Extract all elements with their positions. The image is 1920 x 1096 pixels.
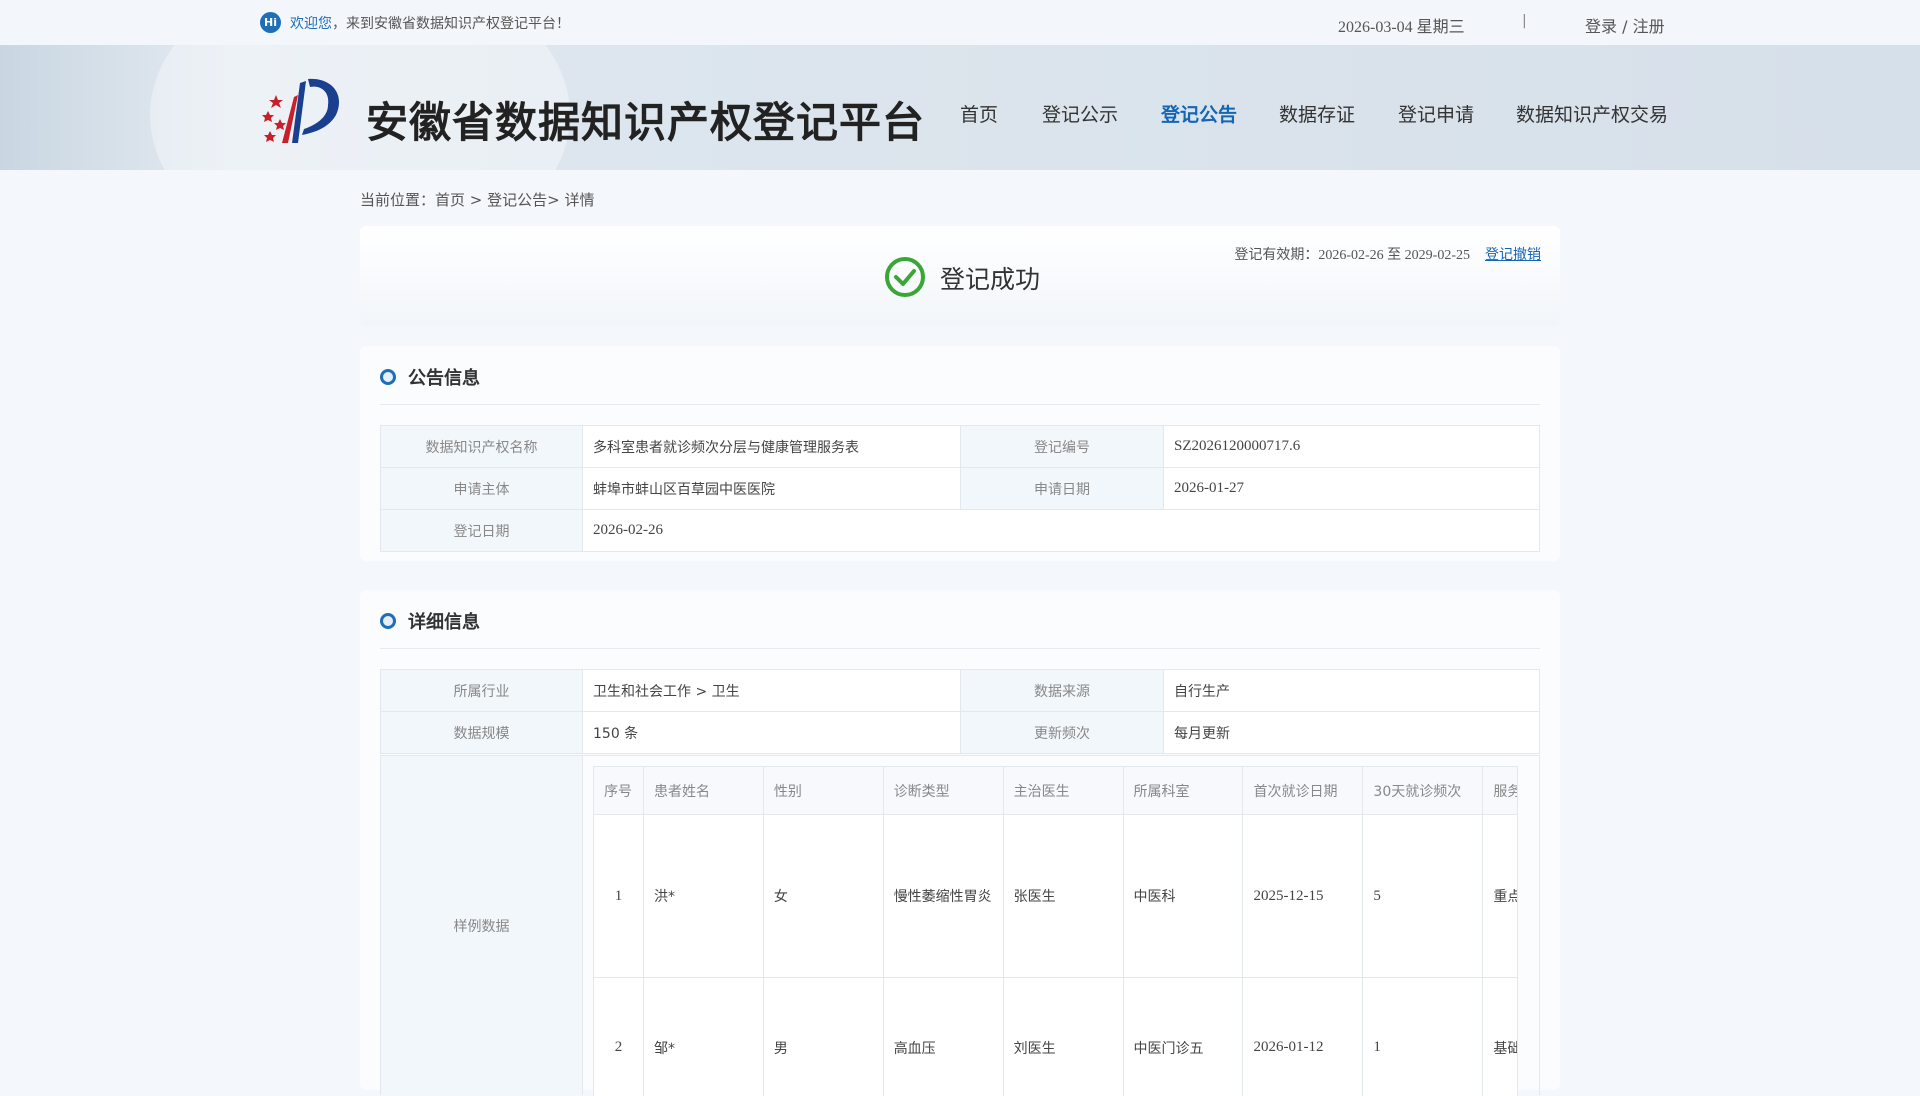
logo-emblem-icon[interactable] (258, 75, 344, 145)
sample-data-section: 样例数据 序号 患者姓名 性别 诊断类型 主治医生 所属科室 首次就诊日期 30… (380, 755, 1540, 1095)
welcome-highlight: 欢迎您 (290, 16, 332, 32)
divider (380, 648, 1540, 649)
revoke-link[interactable]: 登记撤销 (1485, 244, 1560, 264)
table-row: 数据规模 150 条 更新频次 每月更新 (381, 712, 1540, 754)
value-source: 自行生产 (1164, 670, 1540, 712)
welcome-text: 欢迎您，来到安徽省数据知识产权登记平台！ (290, 13, 570, 33)
divider (380, 404, 1540, 405)
table-row: 所属行业 卫生和社会工作 > 卫生 数据来源 自行生产 (381, 670, 1540, 712)
breadcrumb: 当前位置：首页 > 登记公告> 详情 (360, 189, 594, 210)
cell: 重点 (1483, 815, 1518, 978)
sample-header-row: 序号 患者姓名 性别 诊断类型 主治医生 所属科室 首次就诊日期 30天就诊频次… (594, 767, 1519, 815)
cell: 洪* (643, 815, 763, 978)
label-reg-no: 登记编号 (961, 426, 1164, 468)
table-row: 登记日期 2026-02-26 (381, 510, 1540, 552)
section-bullet-icon (380, 369, 396, 385)
column-header: 性别 (763, 767, 883, 815)
validity-period: 登记有效期：2026-02-26 至 2029-02-25 (1234, 244, 1470, 264)
top-bar: Hi 欢迎您，来到安徽省数据知识产权登记平台！ 2026-03-04 星期三 |… (0, 0, 1920, 45)
label-ip-name: 数据知识产权名称 (381, 426, 583, 468)
label-frequency: 更新频次 (961, 712, 1164, 754)
column-header: 服务 (1483, 767, 1518, 815)
login-register-link[interactable]: 登录 / 注册 (1585, 13, 1665, 37)
label-apply-date: 申请日期 (961, 468, 1164, 510)
value-ip-name: 多科室患者就诊频次分层与健康管理服务表 (583, 426, 961, 468)
separator: | (1522, 13, 1527, 29)
nav-home[interactable]: 首页 (960, 100, 998, 127)
sample-table-scroll[interactable]: 序号 患者姓名 性别 诊断类型 主治医生 所属科室 首次就诊日期 30天就诊频次… (593, 766, 1518, 1096)
nav-registration-publicity[interactable]: 登记公示 (1042, 100, 1118, 127)
status-title: 登记成功 (940, 260, 1040, 296)
cell: 2026-01-12 (1243, 978, 1363, 1096)
column-header: 诊断类型 (883, 767, 1003, 815)
cell: 中医科 (1123, 815, 1243, 978)
announcement-table: 数据知识产权名称 多科室患者就诊频次分层与健康管理服务表 登记编号 SZ2026… (380, 425, 1540, 552)
cell: 邹* (643, 978, 763, 1096)
value-reg-no: SZ2026120000717.6 (1164, 426, 1540, 468)
value-applicant: 蚌埠市蚌山区百草园中医医院 (583, 468, 961, 510)
value-frequency: 每月更新 (1164, 712, 1540, 754)
announcement-heading-text: 公告信息 (408, 364, 480, 390)
site-header: 安徽省数据知识产权登记平台 首页 登记公示 登记公告 数据存证 登记申请 数据知… (0, 45, 1920, 170)
sample-table: 序号 患者姓名 性别 诊断类型 主治医生 所属科室 首次就诊日期 30天就诊频次… (593, 766, 1518, 1096)
label-sample-data: 样例数据 (381, 756, 583, 1095)
value-industry: 卫生和社会工作 > 卫生 (583, 670, 961, 712)
column-header: 序号 (594, 767, 644, 815)
column-header: 首次就诊日期 (1243, 767, 1363, 815)
nav-registration-announcement[interactable]: 登记公告 (1161, 100, 1237, 127)
cell: 基础 (1483, 978, 1518, 1096)
label-industry: 所属行业 (381, 670, 583, 712)
table-row: 数据知识产权名称 多科室患者就诊频次分层与健康管理服务表 登记编号 SZ2026… (381, 426, 1540, 468)
announcement-heading: 公告信息 (380, 364, 480, 390)
column-header: 所属科室 (1123, 767, 1243, 815)
section-bullet-icon (380, 613, 396, 629)
cell: 中医门诊五 (1123, 978, 1243, 1096)
cell: 慢性萎缩性胃炎 (883, 815, 1003, 978)
label-reg-date: 登记日期 (381, 510, 583, 552)
label-source: 数据来源 (961, 670, 1164, 712)
cell: 1 (594, 815, 644, 978)
detail-table: 所属行业 卫生和社会工作 > 卫生 数据来源 自行生产 数据规模 150 条 更… (380, 669, 1540, 754)
label-scale: 数据规模 (381, 712, 583, 754)
cell: 2 (594, 978, 644, 1096)
cell: 女 (763, 815, 883, 978)
column-header: 患者姓名 (643, 767, 763, 815)
nav-ip-trading[interactable]: 数据知识产权交易 (1516, 100, 1668, 127)
nav-data-evidence[interactable]: 数据存证 (1279, 100, 1355, 127)
table-row: 1 洪* 女 慢性萎缩性胃炎 张医生 中医科 2025-12-15 5 重点 (594, 815, 1519, 978)
value-reg-date: 2026-02-26 (583, 510, 1540, 552)
value-apply-date: 2026-01-27 (1164, 468, 1540, 510)
current-date: 2026-03-04 星期三 (1338, 13, 1465, 37)
detail-heading: 详细信息 (380, 608, 480, 634)
table-row: 申请主体 蚌埠市蚌山区百草园中医医院 申请日期 2026-01-27 (381, 468, 1540, 510)
announcement-card: 公告信息 数据知识产权名称 多科室患者就诊频次分层与健康管理服务表 登记编号 S… (360, 346, 1560, 561)
detail-card: 详细信息 所属行业 卫生和社会工作 > 卫生 数据来源 自行生产 数据规模 15… (360, 590, 1560, 1090)
column-header: 30天就诊频次 (1363, 767, 1483, 815)
hi-icon: Hi (260, 12, 281, 33)
value-scale: 150 条 (583, 712, 961, 754)
cell: 5 (1363, 815, 1483, 978)
welcome-rest: ，来到安徽省数据知识产权登记平台！ (332, 16, 570, 32)
cell: 高血压 (883, 978, 1003, 1096)
detail-heading-text: 详细信息 (408, 608, 480, 634)
cell: 2025-12-15 (1243, 815, 1363, 978)
cell: 刘医生 (1003, 978, 1123, 1096)
label-applicant: 申请主体 (381, 468, 583, 510)
table-row: 2 邹* 男 高血压 刘医生 中医门诊五 2026-01-12 1 基础 (594, 978, 1519, 1096)
cell: 1 (1363, 978, 1483, 1096)
nav-registration-apply[interactable]: 登记申请 (1398, 100, 1474, 127)
column-header: 主治医生 (1003, 767, 1123, 815)
status-card: 登记成功 登记有效期：2026-02-26 至 2029-02-25 登记撤销 (360, 226, 1560, 326)
cell: 男 (763, 978, 883, 1096)
cell: 张医生 (1003, 815, 1123, 978)
site-title: 安徽省数据知识产权登记平台 (366, 89, 925, 150)
success-check-icon (884, 256, 926, 298)
